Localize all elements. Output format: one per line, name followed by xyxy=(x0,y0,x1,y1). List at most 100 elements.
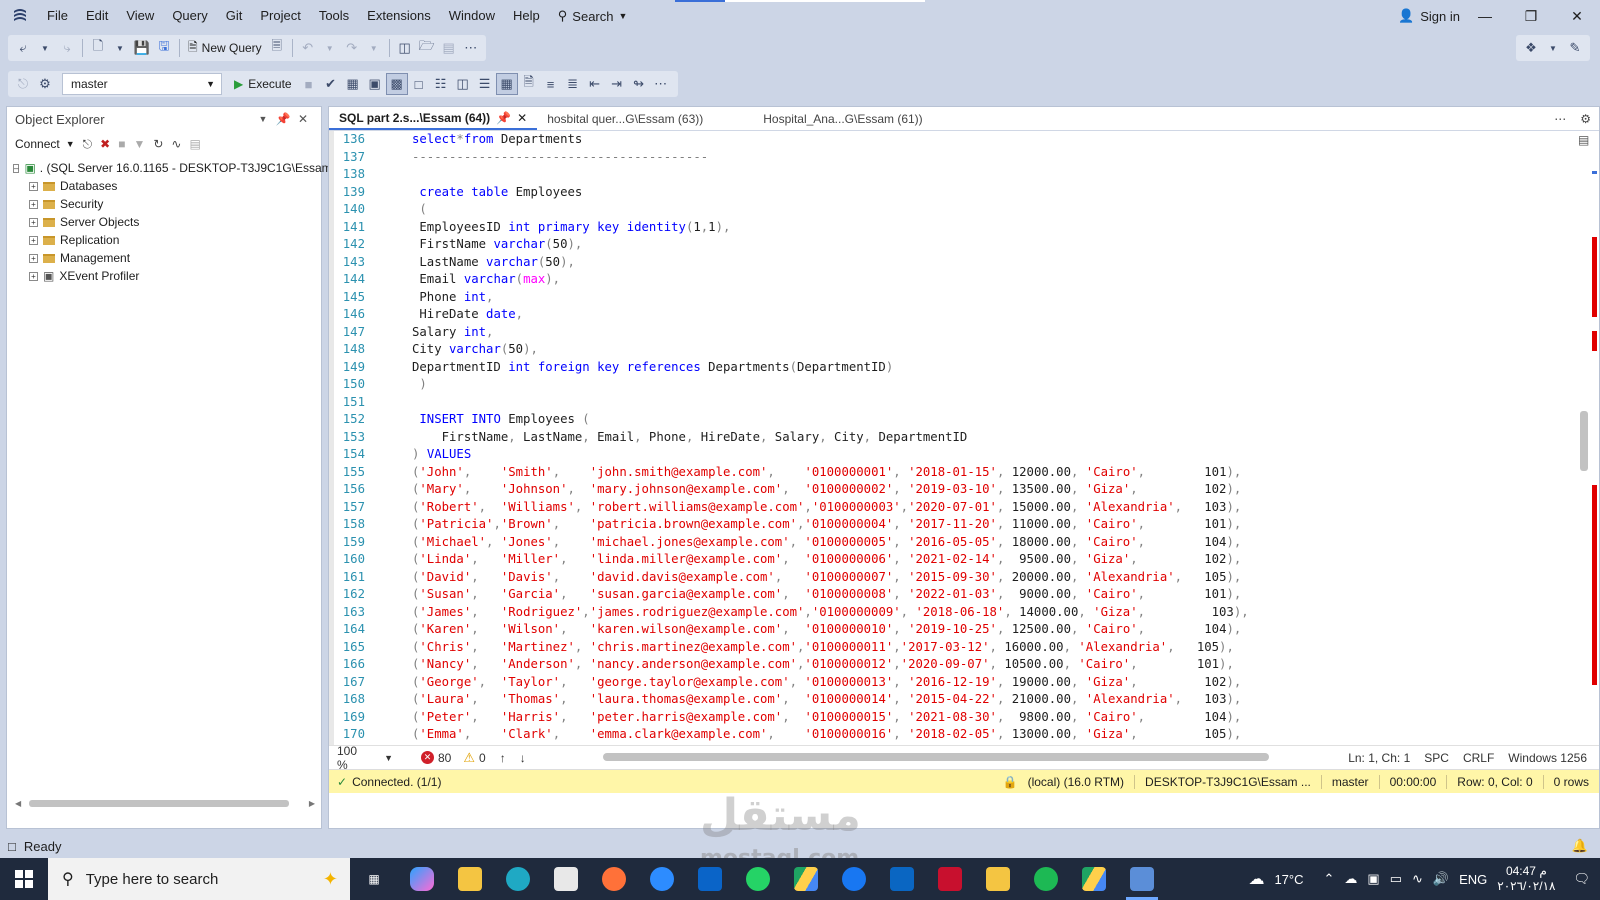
scroll-left-icon[interactable]: ◀ xyxy=(15,799,21,808)
volume-icon[interactable]: 🔊 xyxy=(1433,871,1449,887)
minimize-button[interactable]: — xyxy=(1462,0,1508,32)
code-editor[interactable]: 136 select*from Departments 137 -----------… xyxy=(329,131,1569,745)
more-icon[interactable]: ⋯ xyxy=(650,73,672,95)
chevron-down-icon[interactable]: ▼ xyxy=(1542,37,1564,59)
feedback-icon[interactable]: ✎ xyxy=(1564,37,1586,59)
collapse-icon[interactable]: – xyxy=(13,163,20,173)
chevron-down-icon[interactable]: ▼ xyxy=(109,37,131,59)
results-to-text-icon[interactable]: ☰ xyxy=(474,73,496,95)
file-explorer-icon[interactable] xyxy=(446,858,494,900)
expand-icon[interactable]: + xyxy=(29,181,38,191)
tree-node-xevent-profiler[interactable]: + ▣ XEvent Profiler xyxy=(7,267,321,285)
google-drive-icon[interactable] xyxy=(782,858,830,900)
save-icon[interactable]: 💾 xyxy=(131,37,153,59)
execute-button[interactable]: ▶ Execute xyxy=(228,77,298,91)
arrow-up-icon[interactable]: ↑ xyxy=(500,751,506,765)
copilot-app-icon[interactable] xyxy=(398,858,446,900)
edge-icon[interactable] xyxy=(494,858,542,900)
notification-center-icon[interactable]: 🗨 xyxy=(1573,871,1590,887)
analysis-query-icon[interactable]: 🗏 xyxy=(266,37,288,59)
tree-node-management[interactable]: + Management xyxy=(7,249,321,267)
connect-icon[interactable]: ⎋ xyxy=(12,73,34,95)
clock[interactable]: 04:47 م ٢٠٢٦/٠٢/١٨ xyxy=(1497,864,1555,894)
more-icon[interactable]: ⋯ xyxy=(460,37,482,59)
new-project-icon[interactable]: 🗋 xyxy=(87,37,109,59)
save-all-icon[interactable]: 🖫 xyxy=(153,37,175,59)
gear-icon[interactable]: ⚙ xyxy=(1580,112,1591,126)
firefox-icon[interactable] xyxy=(590,858,638,900)
temperature[interactable]: 17°C xyxy=(1274,872,1303,887)
decrease-indent-icon[interactable]: ⇤ xyxy=(584,73,606,95)
uncomment-icon[interactable]: ≣ xyxy=(562,73,584,95)
expand-icon[interactable]: + xyxy=(29,199,38,209)
properties-icon[interactable]: ▤ xyxy=(438,37,460,59)
tree-node-replication[interactable]: + Replication xyxy=(7,231,321,249)
more-icon[interactable]: ⋯ xyxy=(1554,112,1566,126)
menu-item-view[interactable]: View xyxy=(117,0,163,32)
zoom-icon[interactable] xyxy=(638,858,686,900)
disconnect-icon[interactable]: ✖ xyxy=(100,137,110,151)
weather-icon[interactable]: ☁ xyxy=(1248,869,1264,889)
scroll-right-icon[interactable]: ▶ xyxy=(309,799,315,808)
expand-icon[interactable]: + xyxy=(29,235,38,245)
restore-button[interactable]: ❐ xyxy=(1508,0,1554,32)
forward-icon[interactable]: ⤷ xyxy=(56,37,78,59)
meet-icon[interactable]: ▣ xyxy=(1367,871,1379,887)
store-icon[interactable] xyxy=(542,858,590,900)
sign-in-button[interactable]: 👤 Sign in xyxy=(1398,0,1460,32)
error-count[interactable]: ✕ 80 xyxy=(421,751,451,765)
intellisense-icon[interactable]: ▩ xyxy=(385,73,408,95)
undo-icon[interactable]: ↶ xyxy=(297,37,319,59)
change-connection-icon[interactable]: ⚙ xyxy=(34,73,56,95)
chevron-up-icon[interactable]: ⌃ xyxy=(1323,871,1334,887)
menu-item-extensions[interactable]: Extensions xyxy=(358,0,440,32)
stop-icon[interactable]: ■ xyxy=(298,73,320,95)
spotify-icon[interactable] xyxy=(1022,858,1070,900)
results-to-file-icon[interactable]: 🗎 xyxy=(518,73,540,95)
activity-icon[interactable]: ∿ xyxy=(171,137,181,151)
zoom-select[interactable]: 100 % ▼ xyxy=(329,744,401,772)
menu-item-git[interactable]: Git xyxy=(217,0,252,32)
wifi-icon[interactable]: ∿ xyxy=(1412,871,1423,887)
tree-server-node[interactable]: – ▣ . (SQL Server 16.0.1165 - DESKTOP-T3… xyxy=(7,159,332,177)
battery-icon[interactable]: ▭ xyxy=(1390,871,1402,887)
menu-item-window[interactable]: Window xyxy=(440,0,504,32)
copilot-icon[interactable]: ❖ xyxy=(1520,37,1542,59)
start-button[interactable] xyxy=(0,858,48,900)
tab-hospital-analysis[interactable]: Hospital_Ana...G\Essam (61)) xyxy=(753,107,932,130)
scroll-thumb[interactable] xyxy=(29,799,289,807)
redo-icon[interactable]: ↷ xyxy=(341,37,363,59)
chevron-down-icon[interactable]: ▼ xyxy=(34,37,56,59)
summary-icon[interactable]: ▤ xyxy=(189,137,200,151)
query-options-icon[interactable]: ▣ xyxy=(364,73,386,95)
scroll-thumb[interactable] xyxy=(1580,411,1588,471)
uk-flag-icon[interactable] xyxy=(926,858,974,900)
expand-icon[interactable]: + xyxy=(29,271,38,281)
tab-hosbital-query[interactable]: hosbital quer...G\Essam (63)) xyxy=(537,107,713,130)
editor-hscroll-thumb[interactable] xyxy=(603,753,1269,761)
menu-item-project[interactable]: Project xyxy=(251,0,309,32)
client-stats-icon[interactable]: ◫ xyxy=(452,73,474,95)
activity-monitor-icon[interactable]: ◫ xyxy=(394,37,416,59)
arrow-down-icon[interactable]: ↓ xyxy=(520,751,526,765)
pin-icon[interactable]: 📌 xyxy=(496,111,511,125)
tab-sql-part-2[interactable]: SQL part 2.s...\Essam (64)) 📌 ✕ xyxy=(329,107,538,130)
comment-icon[interactable]: ≡ xyxy=(540,73,562,95)
outlook-icon[interactable] xyxy=(686,858,734,900)
connect-plug-icon[interactable]: ⎋ xyxy=(83,137,93,152)
live-stats-icon[interactable]: ☷ xyxy=(430,73,452,95)
linkedin-icon[interactable] xyxy=(878,858,926,900)
tree-node-databases[interactable]: + Databases xyxy=(7,177,321,195)
results-to-grid-icon[interactable]: ▦ xyxy=(495,73,518,95)
facebook-icon[interactable] xyxy=(830,858,878,900)
refresh-icon[interactable]: ↻ xyxy=(153,137,163,151)
stop-icon[interactable]: ■ xyxy=(118,137,125,151)
files-icon[interactable] xyxy=(974,858,1022,900)
close-window-button[interactable]: ✕ xyxy=(1554,0,1600,32)
split-icon[interactable]: ▤ xyxy=(1578,133,1589,147)
connect-dropdown[interactable]: Connect ▼ xyxy=(15,137,75,151)
object-explorer-hscroll[interactable]: ◀ ▶ xyxy=(15,798,315,808)
language-indicator[interactable]: ENG xyxy=(1459,872,1487,887)
menu-item-help[interactable]: Help xyxy=(504,0,549,32)
menu-item-tools[interactable]: Tools xyxy=(310,0,358,32)
